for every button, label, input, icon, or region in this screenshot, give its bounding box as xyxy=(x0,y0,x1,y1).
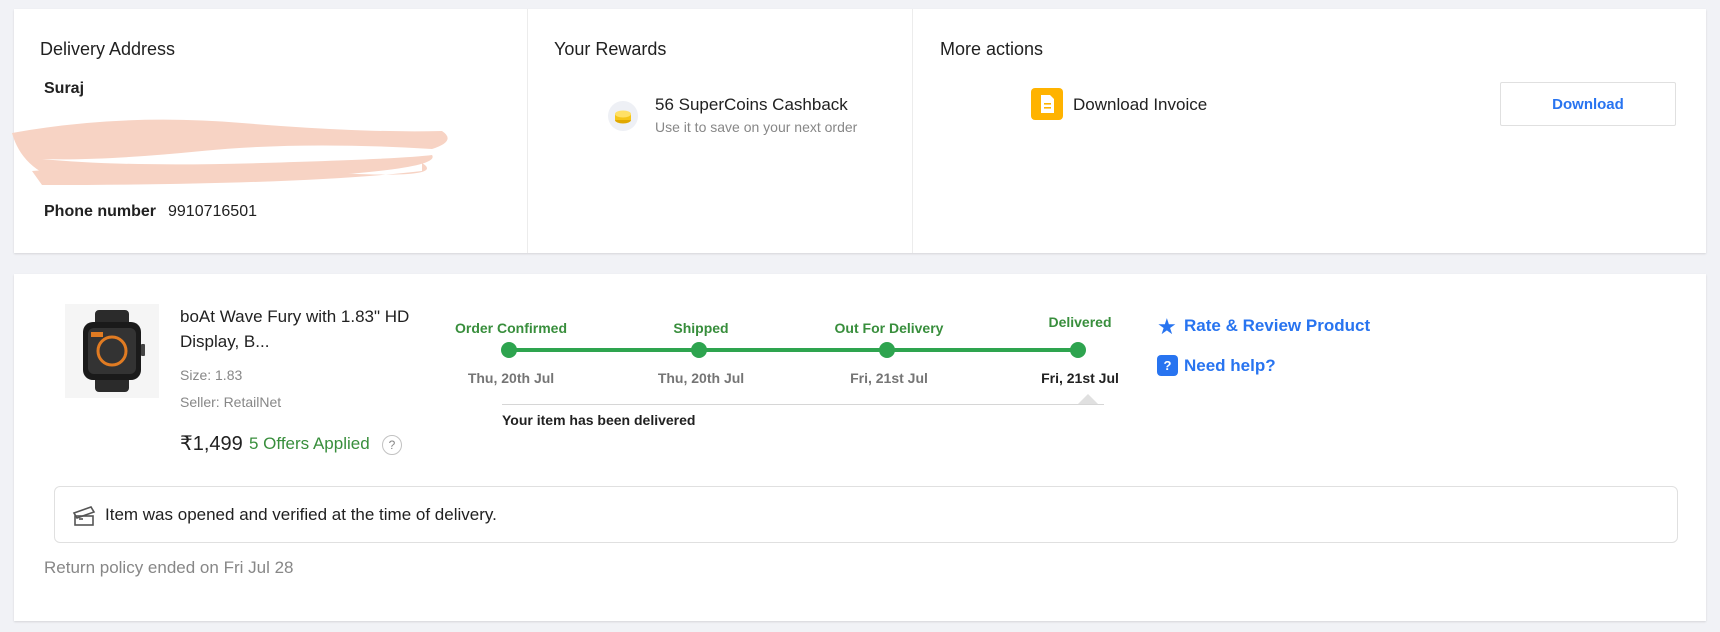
supercoins-subtext: Use it to save on your next order xyxy=(655,119,858,135)
redacted-address xyxy=(12,119,448,185)
step-label-out-for-delivery: Out For Delivery xyxy=(834,320,944,336)
product-price: ₹1,499 xyxy=(180,433,243,455)
column-divider xyxy=(912,9,913,253)
step-date: Thu, 20th Jul xyxy=(467,370,555,386)
tracking-dot xyxy=(1070,342,1086,358)
supercoin-icon xyxy=(608,101,638,131)
tracking-progress-line xyxy=(509,348,1078,352)
step-label-delivered: Delivered xyxy=(1048,314,1112,330)
product-seller: Seller: RetailNet xyxy=(180,394,282,410)
column-divider xyxy=(527,9,528,253)
tracking-divider xyxy=(502,404,1104,405)
phone-value: 9910716501 xyxy=(168,203,257,220)
invoice-document-icon xyxy=(1031,88,1063,120)
product-image[interactable] xyxy=(65,304,159,398)
download-invoice-label: Download Invoice xyxy=(1073,95,1208,114)
tracking-dot xyxy=(501,342,517,358)
need-help-link[interactable]: Need help? xyxy=(1184,356,1276,376)
product-title[interactable]: boAt Wave Fury with 1.83" HD Display, B.… xyxy=(180,304,420,354)
return-policy-text: Return policy ended on Fri Jul 28 xyxy=(44,558,294,577)
tracking-caret xyxy=(1078,394,1098,404)
verification-text: Item was opened and verified at the time… xyxy=(105,505,497,524)
delivery-address-title: Delivery Address xyxy=(40,39,176,59)
order-item-card: boAt Wave Fury with 1.83" HD Display, B.… xyxy=(14,274,1706,621)
star-icon: ★ xyxy=(1157,314,1177,339)
step-date: Fri, 21st Jul xyxy=(850,370,928,386)
rewards-title: Your Rewards xyxy=(554,39,667,59)
verification-banner: Item was opened and verified at the time… xyxy=(54,486,1678,543)
rate-review-link[interactable]: Rate & Review Product xyxy=(1184,316,1370,336)
help-icon: ? xyxy=(1157,355,1178,376)
more-actions-title: More actions xyxy=(940,39,1044,59)
product-size: Size: 1.83 xyxy=(180,367,243,383)
order-summary-card: Delivery Address Suraj Phone number 9910… xyxy=(12,9,1706,253)
step-label-order-confirmed: Order Confirmed xyxy=(454,320,567,336)
step-date: Thu, 20th Jul xyxy=(657,370,745,386)
download-invoice-button[interactable]: Download xyxy=(1500,82,1676,126)
offers-applied-link[interactable]: 5 Offers Applied xyxy=(249,434,370,454)
customer-name: Suraj xyxy=(44,80,85,97)
tracking-dot xyxy=(691,342,707,358)
open-box-icon xyxy=(72,506,96,526)
delivery-status-message: Your item has been delivered xyxy=(502,412,696,428)
supercoins-cashback: 56 SuperCoins Cashback xyxy=(655,95,848,114)
tracking-dot xyxy=(879,342,895,358)
step-date-current: Fri, 21st Jul xyxy=(1041,370,1119,386)
phone-label: Phone number xyxy=(44,203,157,220)
step-label-shipped: Shipped xyxy=(673,320,729,336)
offers-help-icon[interactable]: ? xyxy=(382,435,402,455)
